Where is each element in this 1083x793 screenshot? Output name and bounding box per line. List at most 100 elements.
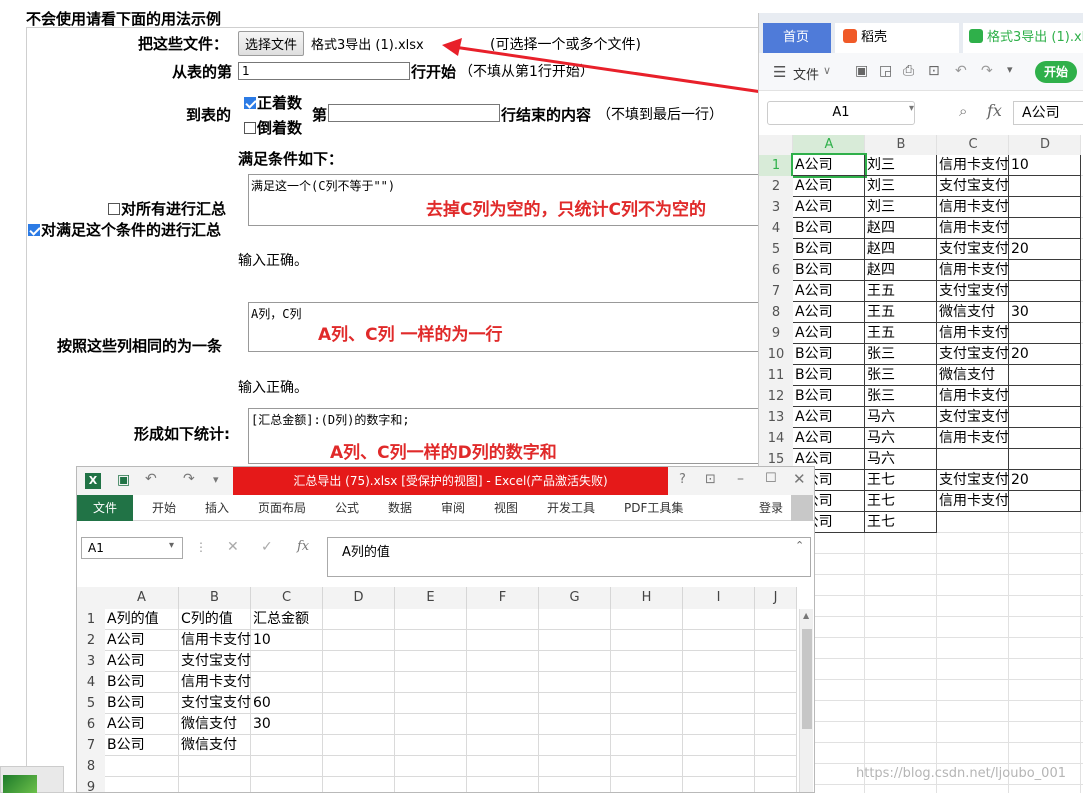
excel-cell[interactable]: A公司 <box>105 630 179 651</box>
wps-cell[interactable] <box>1009 491 1081 512</box>
wps-row-header[interactable]: 1 <box>759 155 793 176</box>
wps-cell[interactable]: A公司 <box>793 428 865 449</box>
help-icon[interactable]: ? <box>679 472 686 487</box>
redo-icon[interactable]: ↷ <box>981 63 993 79</box>
sum-all-checkbox[interactable] <box>108 203 120 215</box>
wps-cell[interactable]: A公司 <box>793 197 865 218</box>
wps-cell[interactable]: 信用卡支付 <box>937 218 1009 239</box>
excel-row-header[interactable]: 2 <box>77 630 105 651</box>
wps-cell[interactable]: 信用卡支付 <box>937 260 1009 281</box>
excel-cell[interactable]: B公司 <box>105 672 179 693</box>
undo-icon[interactable]: ↶ <box>145 471 157 487</box>
wps-column-header[interactable]: B <box>865 135 937 155</box>
wps-cell[interactable] <box>1009 407 1081 428</box>
wps-cell[interactable]: 刘三 <box>865 155 937 176</box>
wps-file-menu[interactable]: 文件 <box>793 64 819 83</box>
excel-row-header[interactable]: 6 <box>77 714 105 735</box>
wps-cell[interactable]: 微信支付 <box>937 302 1009 323</box>
sum-all-option[interactable]: 对所有进行汇总 <box>108 198 226 219</box>
excel-cell[interactable]: 微信支付 <box>179 714 251 735</box>
expand-formula-icon[interactable]: ⌃ <box>795 539 804 552</box>
excel-row-header[interactable]: 3 <box>77 651 105 672</box>
excel-cell[interactable] <box>251 672 323 693</box>
excel-cell[interactable]: A公司 <box>105 714 179 735</box>
wps-cell[interactable]: A公司 <box>793 407 865 428</box>
excel-column-header[interactable]: H <box>611 587 683 609</box>
wps-cell[interactable] <box>937 512 1009 533</box>
sum-cond-option[interactable]: 对满足这个条件的进行汇总 <box>28 219 221 240</box>
zoom-icon[interactable]: ⌕ <box>959 102 967 120</box>
minimize-icon[interactable]: – <box>737 471 744 487</box>
wps-row-header[interactable]: 8 <box>759 302 793 323</box>
excel-cell[interactable] <box>105 777 179 792</box>
wps-row-header[interactable]: 12 <box>759 386 793 407</box>
wps-cell[interactable]: 支付宝支付 <box>937 407 1009 428</box>
wps-cell[interactable]: 赵四 <box>865 239 937 260</box>
excel-sheet-grid[interactable]: A B C D E F G H I J 1 A列的值 C列的值 汇总金额 2 A公司 信用卡支付 10 3 A公司 支付… <box>77 587 814 792</box>
wps-cell[interactable] <box>1009 218 1081 239</box>
excel-cell[interactable] <box>251 777 323 792</box>
wps-cell[interactable]: 20 <box>1009 470 1081 491</box>
redo-icon[interactable]: ↷ <box>183 471 195 487</box>
wps-cell[interactable]: 王七 <box>865 512 937 533</box>
wps-cell[interactable]: 刘三 <box>865 176 937 197</box>
excel-cell[interactable]: 汇总金额 <box>251 609 323 630</box>
wps-row-header[interactable]: 10 <box>759 344 793 365</box>
wps-cell[interactable]: B公司 <box>793 218 865 239</box>
wps-cell[interactable]: 马六 <box>865 428 937 449</box>
wps-cell[interactable]: 信用卡支付 <box>937 386 1009 407</box>
wps-start-button[interactable]: 开始 <box>1035 61 1077 83</box>
excel-cell[interactable]: 60 <box>251 693 323 714</box>
wps-cell[interactable]: 张三 <box>865 344 937 365</box>
wps-tab-home[interactable]: 首页 <box>763 23 831 53</box>
excel-cell[interactable]: 支付宝支付 <box>179 693 251 714</box>
wps-cell[interactable]: 赵四 <box>865 218 937 239</box>
ribbon-tab-layout[interactable]: 页面布局 <box>258 495 306 521</box>
excel-cell[interactable]: B公司 <box>105 735 179 756</box>
wps-cell[interactable]: 张三 <box>865 365 937 386</box>
namebox-dropdown-icon[interactable]: ▾ <box>909 103 914 114</box>
scrollbar-thumb[interactable] <box>802 629 812 729</box>
ribbon-tab-formulas[interactable]: 公式 <box>335 495 359 521</box>
wps-cell[interactable]: 马六 <box>865 407 937 428</box>
excel-cell[interactable] <box>105 756 179 777</box>
excel-cell[interactable]: A公司 <box>105 651 179 672</box>
wps-cell[interactable]: 刘三 <box>865 197 937 218</box>
chevron-down-icon[interactable]: ∨ <box>823 64 831 77</box>
wps-cell[interactable]: 王七 <box>865 470 937 491</box>
export-icon[interactable]: ◲ <box>879 63 892 79</box>
wps-cell[interactable] <box>1009 386 1081 407</box>
forward-checkbox[interactable] <box>244 97 256 109</box>
wps-formula-input[interactable]: A公司 <box>1013 101 1083 125</box>
excel-cell[interactable]: C列的值 <box>179 609 251 630</box>
excel-row-header[interactable]: 1 <box>77 609 105 630</box>
excel-column-header[interactable]: G <box>539 587 611 609</box>
save-icon[interactable]: ▣ <box>117 472 130 488</box>
from-row-input[interactable]: 1 <box>238 62 410 80</box>
wps-cell[interactable]: A公司 <box>793 302 865 323</box>
excel-cell[interactable]: A列的值 <box>105 609 179 630</box>
excel-column-header[interactable]: A <box>105 587 179 609</box>
excel-column-header[interactable]: B <box>179 587 251 609</box>
ribbon-display-icon[interactable]: ⊡ <box>705 472 716 487</box>
excel-cell[interactable] <box>179 756 251 777</box>
wps-row-header[interactable]: 3 <box>759 197 793 218</box>
cancel-icon[interactable]: ✕ <box>227 539 239 555</box>
wps-cell[interactable]: B公司 <box>793 344 865 365</box>
more-chevron-icon[interactable]: ▾ <box>1007 63 1013 76</box>
sum-cond-checkbox[interactable] <box>28 224 40 236</box>
excel-column-header[interactable]: E <box>395 587 467 609</box>
wps-cell[interactable] <box>1009 176 1081 197</box>
hamburger-icon[interactable]: ☰ <box>773 63 786 81</box>
excel-name-box[interactable]: A1 <box>81 537 183 559</box>
wps-cell[interactable]: A公司 <box>793 323 865 344</box>
wps-row-header[interactable]: 2 <box>759 176 793 197</box>
wps-cell[interactable]: 王七 <box>865 491 937 512</box>
wps-cell[interactable]: 支付宝支付 <box>937 470 1009 491</box>
excel-cell[interactable]: 30 <box>251 714 323 735</box>
fx-icon[interactable]: fx <box>987 101 1002 120</box>
excel-cell[interactable] <box>251 735 323 756</box>
scroll-up-icon[interactable]: ▲ <box>803 611 809 620</box>
wps-cell[interactable]: 赵四 <box>865 260 937 281</box>
wps-row-header[interactable]: 11 <box>759 365 793 386</box>
